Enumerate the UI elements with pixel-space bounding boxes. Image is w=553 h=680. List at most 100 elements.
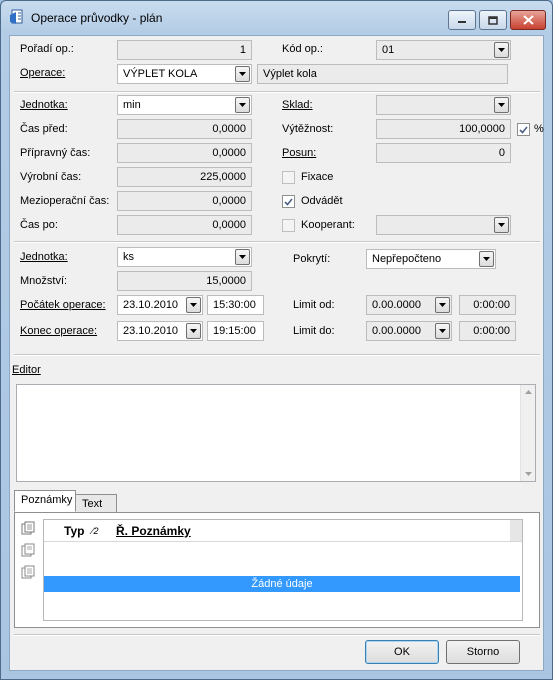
chevron-down-icon bbox=[483, 257, 490, 261]
limit-od-dropdown-button[interactable] bbox=[435, 297, 450, 313]
dialog-window: Operace průvodky - plán Pořadí op.: 1 Kó… bbox=[0, 0, 553, 680]
pocatek-label: Počátek operace: bbox=[20, 299, 106, 311]
jednotka-qty-value: ks bbox=[123, 251, 134, 263]
posun-label: Posun: bbox=[282, 147, 317, 159]
pokryti-value: Nepřepočteno bbox=[372, 253, 442, 265]
grid-header: Typ ⁄2 Ř. Poznámky bbox=[44, 520, 522, 542]
ok-button[interactable]: OK bbox=[365, 640, 439, 664]
operace-dropdown-button[interactable] bbox=[235, 66, 250, 82]
editor-textarea[interactable] bbox=[16, 384, 536, 482]
chevron-down-icon bbox=[239, 255, 246, 259]
editor-label: Editor bbox=[12, 364, 41, 376]
jednotka-time-combo[interactable]: min bbox=[117, 95, 252, 115]
sklad-label: Sklad: bbox=[282, 99, 313, 111]
jednotka-time-label: Jednotka: bbox=[20, 99, 68, 111]
kod-combo[interactable]: 01 bbox=[376, 40, 511, 60]
col-typ-header[interactable]: Typ bbox=[64, 524, 84, 538]
poradi-field[interactable]: 1 bbox=[117, 40, 252, 60]
konec-date-value: 23.10.2010 bbox=[123, 325, 179, 337]
mezioper-label: Mezioperační čas: bbox=[20, 195, 110, 207]
pocatek-time-field[interactable]: 15:30:00 bbox=[207, 295, 264, 315]
vyteznost-field[interactable]: 100,0000 bbox=[376, 119, 511, 139]
chevron-down-icon bbox=[239, 103, 246, 107]
operace-combo[interactable]: VÝPLET KOLA bbox=[117, 64, 252, 84]
kooperant-combo[interactable] bbox=[376, 215, 511, 235]
poradi-label: Pořadí op.: bbox=[20, 43, 74, 55]
edit-note-icon[interactable] bbox=[21, 543, 35, 557]
title-bar[interactable]: Operace průvodky - plán bbox=[1, 1, 552, 35]
maximize-icon bbox=[488, 15, 498, 25]
pocatek-date-value: 23.10.2010 bbox=[123, 299, 179, 311]
mnozstvi-field[interactable]: 15,0000 bbox=[117, 271, 252, 291]
kod-label: Kód op.: bbox=[282, 43, 323, 55]
sklad-combo[interactable] bbox=[376, 95, 511, 115]
cas-po-field[interactable]: 0,0000 bbox=[117, 215, 252, 235]
minimize-button[interactable] bbox=[448, 10, 476, 30]
minimize-icon bbox=[458, 21, 466, 23]
pct-label: % bbox=[534, 123, 544, 135]
limit-do-dropdown-button[interactable] bbox=[435, 323, 450, 339]
pripravny-label: Přípravný čas: bbox=[20, 147, 91, 159]
separator bbox=[14, 241, 540, 243]
operace-value: VÝPLET KOLA bbox=[123, 68, 198, 80]
grid-empty-row: Žádné údaje bbox=[44, 576, 520, 592]
operace-description-field[interactable]: Výplet kola bbox=[257, 64, 508, 84]
limit-od-time-field[interactable]: 0:00:00 bbox=[459, 295, 516, 315]
jednotka-time-dropdown-button[interactable] bbox=[235, 97, 250, 113]
kod-dropdown-button[interactable] bbox=[494, 42, 509, 58]
pct-checkbox[interactable] bbox=[517, 123, 530, 136]
chevron-down-icon bbox=[190, 329, 197, 333]
limit-do-date-picker[interactable]: 0.00.0000 bbox=[366, 321, 452, 341]
limit-od-date-picker[interactable]: 0.00.0000 bbox=[366, 295, 452, 315]
col-poznamky-header[interactable]: Ř. Poznámky bbox=[116, 524, 191, 538]
add-note-icon[interactable] bbox=[21, 521, 35, 535]
kooperant-checkbox[interactable] bbox=[282, 219, 295, 232]
scroll-up-icon[interactable] bbox=[525, 390, 532, 394]
jednotka-qty-dropdown-button[interactable] bbox=[235, 249, 250, 265]
limit-do-date-value: 0.00.0000 bbox=[372, 325, 421, 337]
pokryti-combo[interactable]: Nepřepočteno bbox=[366, 249, 496, 269]
cas-po-label: Čas po: bbox=[20, 219, 58, 231]
cas-pred-field[interactable]: 0,0000 bbox=[117, 119, 252, 139]
storno-button[interactable]: Storno bbox=[446, 640, 520, 664]
jednotka-qty-label: Jednotka: bbox=[20, 251, 68, 263]
app-document-icon bbox=[10, 9, 23, 24]
cas-pred-label: Čas před: bbox=[20, 123, 68, 135]
jednotka-qty-combo[interactable]: ks bbox=[117, 247, 252, 267]
sklad-dropdown-button[interactable] bbox=[494, 97, 509, 113]
chevron-down-icon bbox=[190, 303, 197, 307]
notes-grid[interactable]: Typ ⁄2 Ř. Poznámky Žádné údaje bbox=[43, 519, 523, 621]
kod-value: 01 bbox=[382, 44, 395, 56]
tab-panel-poznamky: Typ ⁄2 Ř. Poznámky Žádné údaje bbox=[14, 512, 540, 628]
vyrobni-field[interactable]: 225,0000 bbox=[117, 167, 252, 187]
separator bbox=[14, 634, 540, 636]
pocatek-date-dropdown-button[interactable] bbox=[186, 297, 201, 313]
vyrobni-label: Výrobní čas: bbox=[20, 171, 82, 183]
delete-note-icon[interactable] bbox=[21, 565, 35, 579]
maximize-button[interactable] bbox=[479, 10, 507, 30]
odvadet-checkbox[interactable] bbox=[282, 195, 295, 208]
tab-text[interactable]: Text bbox=[75, 494, 117, 512]
kooperant-label: Kooperant: bbox=[301, 219, 355, 231]
sort-order-number: 2 bbox=[93, 526, 99, 536]
pokryti-dropdown-button[interactable] bbox=[479, 251, 494, 267]
konec-time-field[interactable]: 19:15:00 bbox=[207, 321, 264, 341]
pocatek-date-picker[interactable]: 23.10.2010 bbox=[117, 295, 203, 315]
posun-field[interactable]: 0 bbox=[376, 143, 511, 163]
pripravny-field[interactable]: 0,0000 bbox=[117, 143, 252, 163]
konec-date-picker[interactable]: 23.10.2010 bbox=[117, 321, 203, 341]
window-title: Operace průvodky - plán bbox=[31, 11, 163, 25]
mezioper-field[interactable]: 0,0000 bbox=[117, 191, 252, 211]
scroll-down-icon[interactable] bbox=[525, 472, 532, 476]
dialog-client-area: Pořadí op.: 1 Kód op.: 01 Operace: VÝPLE… bbox=[9, 35, 544, 671]
tab-poznamky-active[interactable]: Poznámky bbox=[14, 490, 76, 512]
chevron-down-icon bbox=[498, 48, 505, 52]
kooperant-dropdown-button[interactable] bbox=[494, 217, 509, 233]
chevron-down-icon bbox=[439, 329, 446, 333]
editor-scrollbar[interactable] bbox=[520, 385, 535, 481]
fixace-checkbox[interactable] bbox=[282, 171, 295, 184]
konec-date-dropdown-button[interactable] bbox=[186, 323, 201, 339]
limit-do-time-field[interactable]: 0:00:00 bbox=[459, 321, 516, 341]
close-window-button[interactable] bbox=[510, 10, 546, 30]
limit-do-label: Limit do: bbox=[293, 325, 335, 337]
